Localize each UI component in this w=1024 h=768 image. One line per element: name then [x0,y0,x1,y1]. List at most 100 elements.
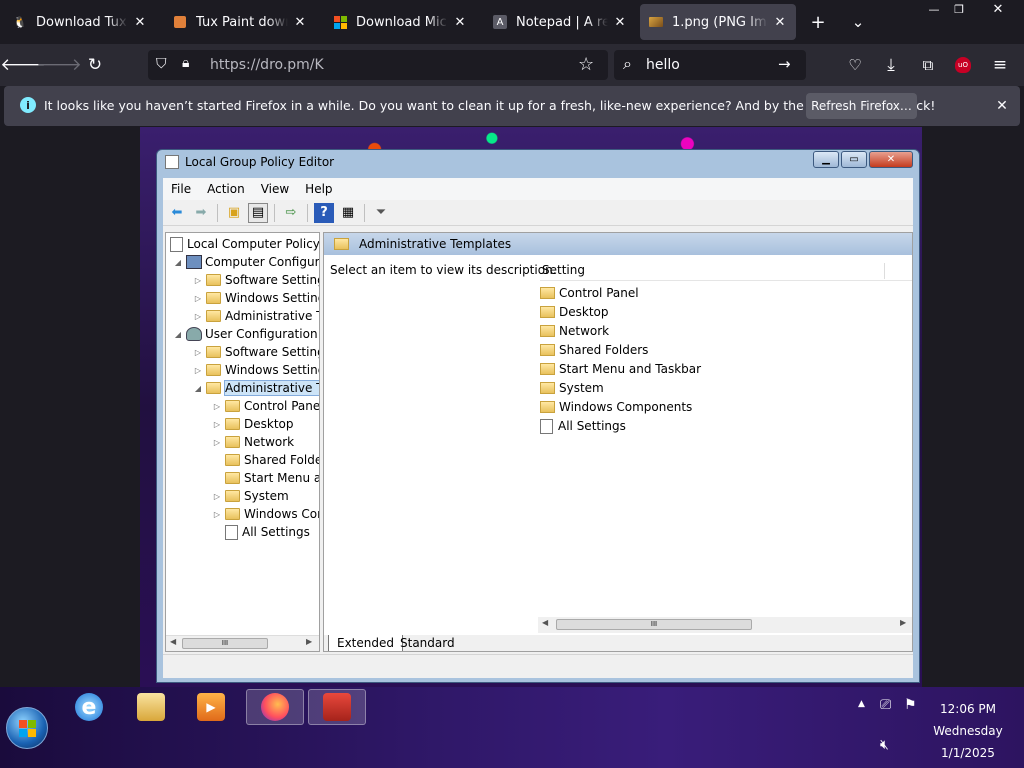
expand-icon[interactable]: ▷ [211,510,223,519]
list-item[interactable]: Desktop [540,303,609,321]
close-icon[interactable]: ✕ [292,14,308,30]
list-all-tabs-button[interactable]: ⌄ [844,8,872,36]
close-icon[interactable]: ✕ [612,14,628,30]
volume-muted-icon[interactable]: 🔇︎ [880,737,889,753]
tab-notepad[interactable]: A Notepad | A real-time ✕ [484,4,636,40]
internet-explorer-icon[interactable]: e [60,689,118,725]
ublock-origin-icon[interactable]: uO [948,51,978,79]
list-item[interactable]: Network [540,322,609,340]
scroll-left-icon[interactable]: ◀ [542,618,548,627]
menu-file[interactable]: File [163,182,199,196]
tree-item-network[interactable]: ▷ Network [211,433,294,451]
close-icon[interactable]: ✕ [132,14,148,30]
expand-icon[interactable]: ▷ [192,312,204,321]
tree-item-user-configuration[interactable]: ◢ User Configuration [172,325,318,343]
column-divider[interactable] [884,263,885,279]
forward-arrow-icon[interactable]: ➡ [191,203,211,223]
collapse-icon[interactable]: ◢ [172,258,184,267]
column-header-setting[interactable]: Setting [540,259,912,281]
tree-item-windows-settings[interactable]: ▷ Windows Setting [192,361,319,379]
tab-download-tux-paint[interactable]: 🐧 Download Tux Paint ✕ [4,4,156,40]
tree-horizontal-scrollbar[interactable]: ◀ III ▶ [166,635,319,651]
show-hidden-icons-icon[interactable]: ▲ [858,699,865,709]
action-center-flag-icon[interactable]: ⚑ [904,697,917,713]
url-text[interactable]: https://dro.pm/K [210,57,324,73]
tree-item-control-panel[interactable]: ▷ Control Panel [211,397,319,415]
clock[interactable]: 12:06 PM Wednesday 1/1/2025 [930,698,1006,764]
restore-window-icon[interactable]: ❐ [945,0,973,18]
properties-icon[interactable]: ▦ [338,203,358,223]
expand-icon[interactable]: ▷ [192,348,204,357]
details-horizontal-scrollbar[interactable]: ◀ III ▶ [538,617,912,633]
list-item[interactable]: System [540,379,604,397]
hamburger-menu-button[interactable]: ≡ [985,51,1015,79]
expand-icon[interactable]: ▷ [192,276,204,285]
file-explorer-icon[interactable] [122,689,180,725]
back-arrow-icon[interactable]: ⬅ [167,203,187,223]
close-icon[interactable]: ✕ [772,14,788,30]
forward-button[interactable]: 🡒 [36,51,82,79]
shield-icon[interactable]: ⛉ [156,56,167,72]
new-tab-button[interactable]: + [804,8,832,36]
up-folder-icon[interactable]: ▣ [224,203,244,223]
close-icon[interactable]: ✕ [992,96,1012,116]
list-item[interactable]: Start Menu and Taskbar [540,360,701,378]
expand-icon[interactable]: ▷ [211,492,223,501]
collapse-icon[interactable]: ◢ [192,384,204,393]
list-item[interactable]: Windows Components [540,398,692,416]
toolbox-icon[interactable] [308,689,366,725]
tree-item-windows-components[interactable]: ▷ Windows Cor [211,505,319,523]
back-button[interactable]: 🡐 [0,51,46,79]
tree-item-all-settings[interactable]: All Settings [211,523,310,541]
menu-action[interactable]: Action [199,182,253,196]
expand-icon[interactable]: ▷ [211,438,223,447]
expand-icon[interactable]: ▷ [192,294,204,303]
search-bar[interactable]: ⌕ hello → [614,50,806,80]
minimize-icon[interactable]: ▁ [813,151,839,168]
list-item[interactable]: Shared Folders [540,341,648,359]
menu-help[interactable]: Help [297,182,340,196]
tree-item-system[interactable]: ▷ System [211,487,289,505]
expand-icon[interactable]: ▷ [192,366,204,375]
list-item[interactable]: Control Panel [540,284,639,302]
list-item[interactable]: All Settings [540,417,626,435]
scrollbar-thumb[interactable]: III [556,619,752,630]
downloads-button[interactable]: ⤓ [876,51,906,79]
go-arrow-icon[interactable]: → [778,55,791,73]
tree-item-computer-configuration[interactable]: ◢ Computer Configura [172,253,319,271]
network-icon[interactable]: ⎚ [880,697,891,713]
maximize-icon[interactable]: ▭ [841,151,867,168]
refresh-firefox-button[interactable]: Refresh Firefox… [806,93,917,119]
close-icon[interactable]: ✕ [869,151,913,168]
firefox-icon[interactable] [246,689,304,725]
pocket-button[interactable]: ♡ [840,51,870,79]
tab-download-microsoft[interactable]: Download Microsoft ✕ [324,4,476,40]
extensions-button[interactable]: ⧉ [913,51,943,79]
menu-view[interactable]: View [253,182,297,196]
search-input[interactable]: hello [646,57,680,73]
export-list-icon[interactable]: ⇨ [281,203,301,223]
tree-item-start-menu[interactable]: Start Menu ar [211,469,319,487]
tree-item-administrative-templates[interactable]: ▷ Administrative Te [192,307,319,325]
scroll-right-icon[interactable]: ▶ [900,618,906,627]
minimize-window-icon[interactable]: — [920,0,948,18]
bookmark-star-icon[interactable]: ☆ [578,54,594,75]
tree-item-local-computer-policy[interactable]: Local Computer Policy [168,235,319,253]
tree-item-software-settings[interactable]: ▷ Software Settings [192,271,319,289]
url-bar[interactable]: ⛉ 🔒︎ https://dro.pm/K ☆ [148,50,608,80]
tree-item-windows-settings[interactable]: ▷ Windows Setting [192,289,319,307]
scrollbar-thumb[interactable]: III [182,638,268,649]
help-icon[interactable]: ? [314,202,334,223]
collapse-icon[interactable]: ◢ [172,330,184,339]
expand-icon[interactable]: ▷ [211,402,223,411]
tree-item-software-settings[interactable]: ▷ Software Settings [192,343,319,361]
scroll-right-icon[interactable]: ▶ [306,637,312,646]
tab-standard[interactable]: Standard [392,635,463,651]
tree-item-administrative-templates-selected[interactable]: ◢ Administrative Te [192,379,319,397]
tree-item-desktop[interactable]: ▷ Desktop [211,415,294,433]
media-player-icon[interactable]: ▶ [182,689,240,725]
close-icon[interactable]: ✕ [452,14,468,30]
tree-item-shared-folders[interactable]: Shared Folder [211,451,319,469]
close-window-icon[interactable]: ✕ [984,0,1012,18]
tab-png-image[interactable]: 1.png (PNG Image ✕ [640,4,796,40]
